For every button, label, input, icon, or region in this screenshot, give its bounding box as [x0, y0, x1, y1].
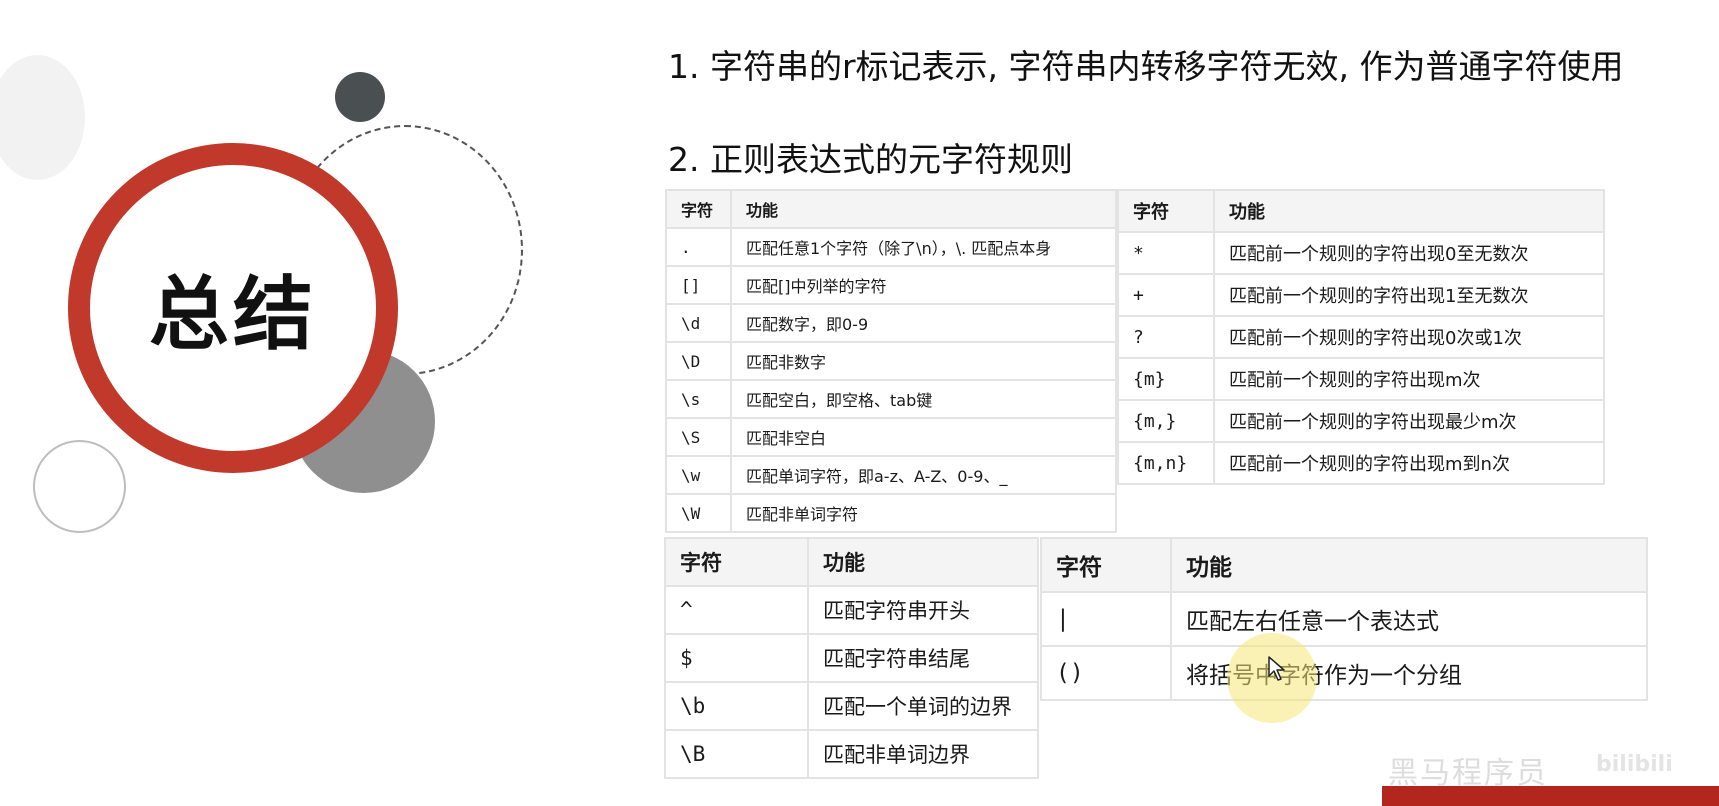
- table-cell-char: {m}: [1117, 357, 1215, 401]
- table-cell-function: 匹配非空白: [730, 417, 1117, 457]
- table-row: \S 匹配非空白: [665, 417, 1117, 457]
- table-cell-function: 匹配前一个规则的字符出现最少m次: [1213, 399, 1605, 443]
- table-cell-function: 匹配左右任意一个表达式: [1170, 591, 1648, 647]
- table-row: \W 匹配非单词字符: [665, 493, 1117, 533]
- table-cell-function: 匹配前一个规则的字符出现0至无数次: [1213, 231, 1605, 275]
- table-header-row: 字符 功能: [665, 189, 1117, 229]
- table-cell-char: (): [1040, 645, 1172, 701]
- table-row: ? 匹配前一个规则的字符出现0次或1次: [1117, 315, 1605, 359]
- metachar-table-grouping: 字符 功能 | 匹配左右任意一个表达式 () 将括号中字符作为一个分组: [1040, 537, 1648, 701]
- table-cell-function: 匹配字符串开头: [807, 585, 1039, 635]
- table-cell-char: ?: [1117, 315, 1215, 359]
- table-row: \w 匹配单词字符，即a-z、A-Z、0-9、_: [665, 455, 1117, 495]
- table-cell-char: .: [665, 227, 732, 267]
- table-row: \s 匹配空白，即空格、tab键: [665, 379, 1117, 419]
- table-row: [] 匹配[]中列举的字符: [665, 265, 1117, 305]
- table-cell-function: 匹配一个单词的边界: [807, 681, 1039, 731]
- table-cell-char: \w: [665, 455, 732, 495]
- table-cell-char: \b: [664, 681, 809, 731]
- table-row: \B 匹配非单词边界: [664, 729, 1039, 779]
- heading-metachar-rules: 2. 正则表达式的元字符规则: [668, 140, 1073, 179]
- table-cell-char: \D: [665, 341, 732, 381]
- table-row: \D 匹配非数字: [665, 341, 1117, 381]
- table-row: * 匹配前一个规则的字符出现0至无数次: [1117, 231, 1605, 275]
- table-row: $ 匹配字符串结尾: [664, 633, 1039, 683]
- table-cell-char: {m,}: [1117, 399, 1215, 443]
- table-cell-function: 匹配前一个规则的字符出现1至无数次: [1213, 273, 1605, 317]
- table-row: + 匹配前一个规则的字符出现1至无数次: [1117, 273, 1605, 317]
- table-row: () 将括号中字符作为一个分组: [1040, 645, 1648, 701]
- table-cell-function: 匹配[]中列举的字符: [730, 265, 1117, 305]
- table-cell-char: \s: [665, 379, 732, 419]
- column-header-function: 功能: [1170, 537, 1648, 593]
- summary-title-ring: 总结: [68, 143, 398, 473]
- bilibili-logo: bilibili: [1596, 752, 1673, 777]
- table-cell-function: 匹配前一个规则的字符出现m到n次: [1213, 441, 1605, 485]
- column-header-function: 功能: [807, 537, 1039, 587]
- table-cell-function: 匹配非单词边界: [807, 729, 1039, 779]
- table-cell-char: {m,n}: [1117, 441, 1215, 485]
- metachar-table-boundaries: 字符 功能 ^ 匹配字符串开头 $ 匹配字符串结尾 \b 匹配一个单词的边界 \B 匹配…: [664, 537, 1039, 779]
- table-cell-char: \S: [665, 417, 732, 457]
- column-header-char: 字符: [664, 537, 809, 587]
- dark-small-circle: [335, 72, 385, 122]
- table-row: ^ 匹配字符串开头: [664, 585, 1039, 635]
- table-cell-char: +: [1117, 273, 1215, 317]
- table-row: . 匹配任意1个字符（除了\n），\. 匹配点本身: [665, 227, 1117, 267]
- summary-title: 总结: [149, 268, 317, 361]
- table-cell-char: *: [1117, 231, 1215, 275]
- light-gray-circle: [0, 55, 85, 180]
- table-cell-char: \B: [664, 729, 809, 779]
- outline-circle: [33, 440, 126, 533]
- table-cell-function: 匹配前一个规则的字符出现m次: [1213, 357, 1605, 401]
- table-cell-char: $: [664, 633, 809, 683]
- metachar-table-single-char: 字符 功能 . 匹配任意1个字符（除了\n），\. 匹配点本身 [] 匹配[]中列举…: [665, 189, 1117, 533]
- table-cell-char: []: [665, 265, 732, 305]
- table-row: | 匹配左右任意一个表达式: [1040, 591, 1648, 647]
- column-header-char: 字符: [665, 189, 732, 229]
- column-header-char: 字符: [1117, 189, 1215, 233]
- heading-raw-string: 1. 字符串的r标记表示, 字符串内转移字符无效, 作为普通字符使用: [668, 47, 1624, 86]
- table-cell-char: \W: [665, 493, 732, 533]
- table-cell-function: 匹配单词字符，即a-z、A-Z、0-9、_: [730, 455, 1117, 495]
- red-banner: [1382, 786, 1719, 806]
- table-row: \b 匹配一个单词的边界: [664, 681, 1039, 731]
- table-cell-char: \d: [665, 303, 732, 343]
- table-cell-char: ^: [664, 585, 809, 635]
- table-header-row: 字符 功能: [1040, 537, 1648, 593]
- column-header-function: 功能: [730, 189, 1117, 229]
- table-cell-function: 匹配数字，即0-9: [730, 303, 1117, 343]
- mouse-pointer-icon: [1268, 656, 1285, 681]
- column-header-char: 字符: [1040, 537, 1172, 593]
- table-cell-function: 匹配任意1个字符（除了\n），\. 匹配点本身: [730, 227, 1117, 267]
- table-cell-char: |: [1040, 591, 1172, 647]
- table-header-row: 字符 功能: [1117, 189, 1605, 233]
- table-row: {m,n} 匹配前一个规则的字符出现m到n次: [1117, 441, 1605, 485]
- table-cell-function: 匹配非数字: [730, 341, 1117, 381]
- table-row: {m,} 匹配前一个规则的字符出现最少m次: [1117, 399, 1605, 443]
- table-header-row: 字符 功能: [664, 537, 1039, 587]
- table-cell-function: 匹配非单词字符: [730, 493, 1117, 533]
- table-cell-function: 匹配空白，即空格、tab键: [730, 379, 1117, 419]
- table-cell-function: 匹配字符串结尾: [807, 633, 1039, 683]
- table-cell-function: 匹配前一个规则的字符出现0次或1次: [1213, 315, 1605, 359]
- metachar-table-quantifiers: 字符 功能 * 匹配前一个规则的字符出现0至无数次 + 匹配前一个规则的字符出现1至…: [1117, 189, 1605, 485]
- table-row: {m} 匹配前一个规则的字符出现m次: [1117, 357, 1605, 401]
- column-header-function: 功能: [1213, 189, 1605, 233]
- table-row: \d 匹配数字，即0-9: [665, 303, 1117, 343]
